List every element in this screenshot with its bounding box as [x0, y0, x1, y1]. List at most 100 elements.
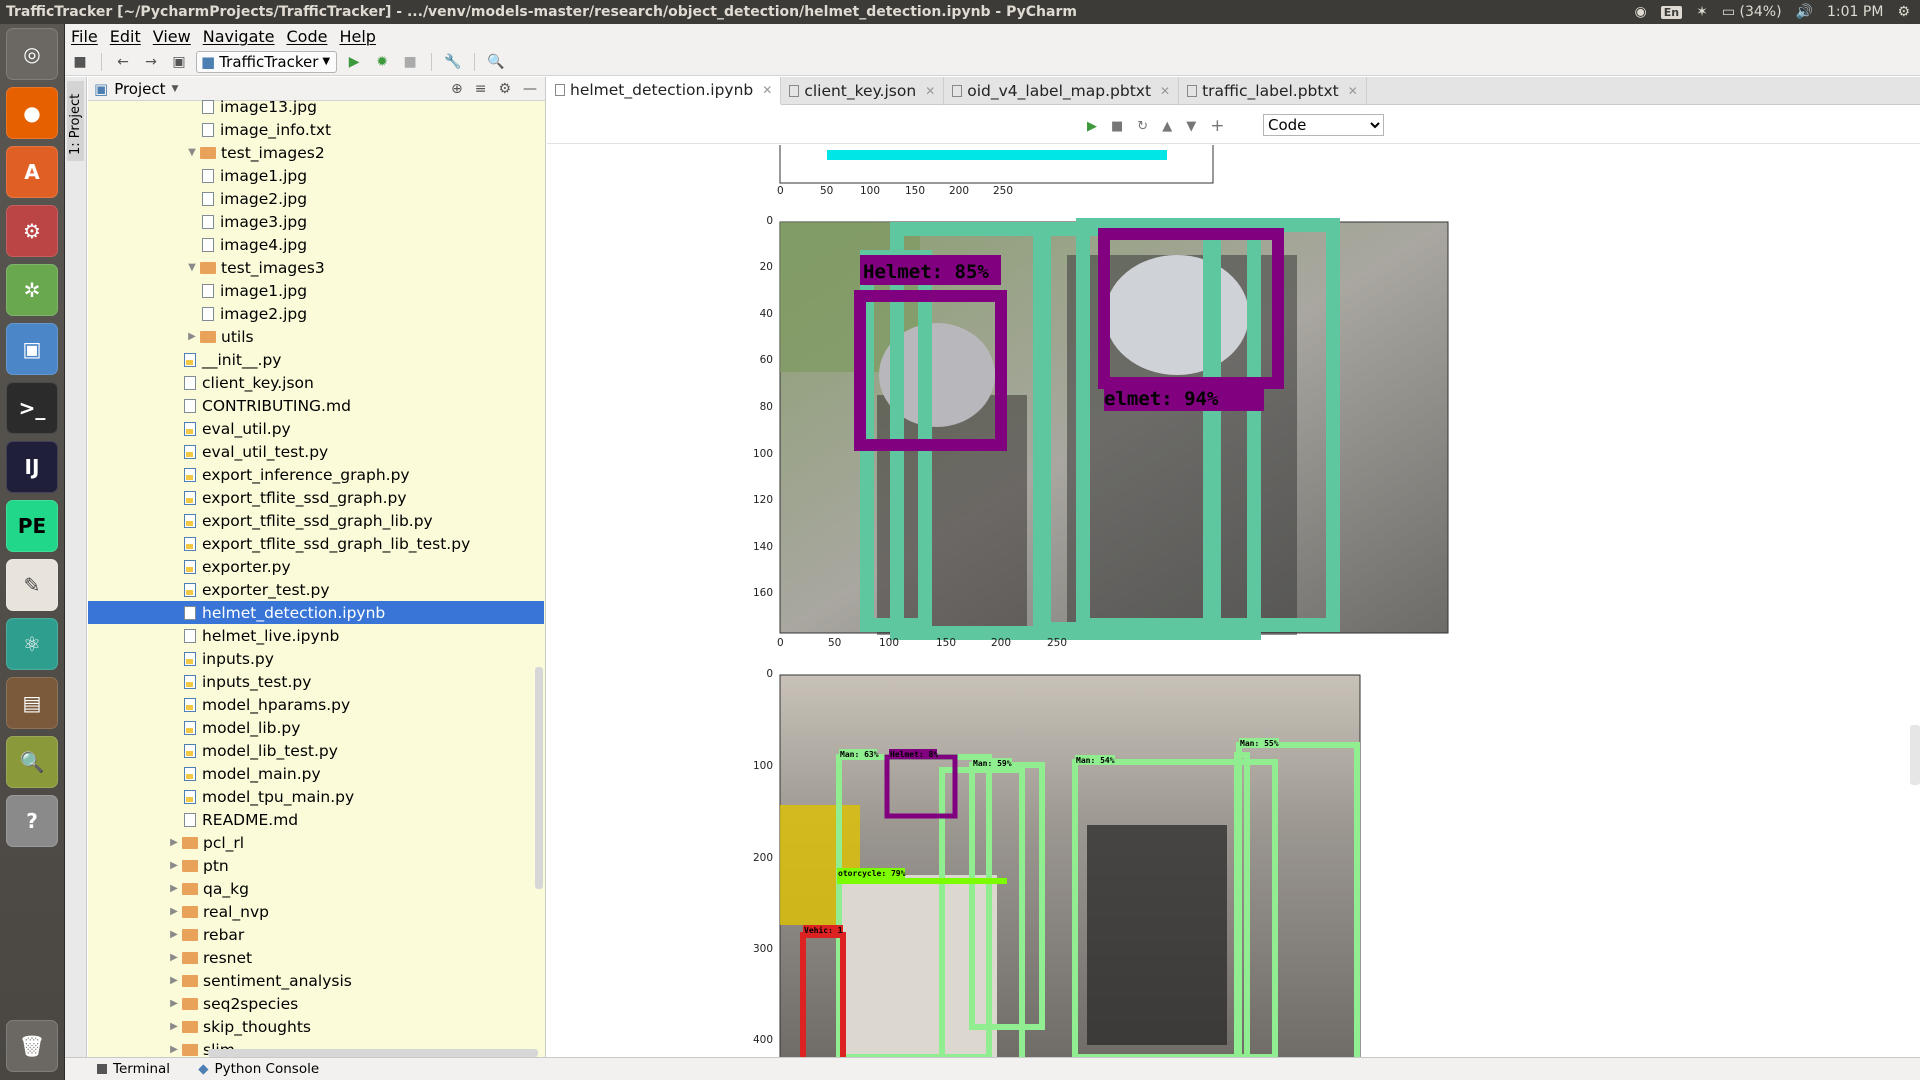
- editor-vertical-scrollbar[interactable]: [1910, 725, 1920, 785]
- menu-view[interactable]: View: [153, 27, 191, 46]
- tree-file[interactable]: image3.jpg: [88, 210, 544, 233]
- files-icon[interactable]: ▤: [6, 677, 58, 729]
- tree-folder[interactable]: ▼ test_images2: [88, 141, 544, 164]
- close-tab-icon[interactable]: ✕: [1160, 84, 1170, 98]
- expand-arrow-right-icon[interactable]: ▶: [184, 331, 200, 342]
- tree-file[interactable]: image2.jpg: [88, 187, 544, 210]
- expand-arrow-right-icon[interactable]: ▶: [166, 860, 182, 871]
- expand-arrow-right-icon[interactable]: ▶: [166, 975, 182, 986]
- firefox-icon[interactable]: ●: [6, 87, 58, 139]
- tree-file[interactable]: export_tflite_ssd_graph.py: [88, 486, 544, 509]
- tree-file[interactable]: CONTRIBUTING.md: [88, 394, 544, 417]
- close-tab-icon[interactable]: ✕: [762, 83, 772, 97]
- project-tool-button[interactable]: 1: Project: [67, 81, 84, 161]
- atom-icon[interactable]: ⚛: [6, 618, 58, 670]
- intellij-icon[interactable]: IJ: [6, 441, 58, 493]
- menu-file[interactable]: File: [71, 27, 98, 46]
- expand-arrow-down-icon[interactable]: ▼: [184, 262, 200, 273]
- help-icon[interactable]: ?: [6, 795, 58, 847]
- tree-file[interactable]: export_tflite_ssd_graph_lib_test.py: [88, 532, 544, 555]
- tree-folder[interactable]: ▶ rebar: [88, 923, 544, 946]
- tree-file[interactable]: client_key.json: [88, 371, 544, 394]
- tree-file[interactable]: image_info.txt: [88, 118, 544, 141]
- tree-file[interactable]: image2.jpg: [88, 302, 544, 325]
- expand-arrow-right-icon[interactable]: ▶: [166, 952, 182, 963]
- software-center-icon[interactable]: A: [6, 146, 58, 198]
- tree-file[interactable]: model_lib_test.py: [88, 739, 544, 762]
- tree-folder[interactable]: ▶ real_nvp: [88, 900, 544, 923]
- tree-folder[interactable]: ▶ seq2species: [88, 992, 544, 1015]
- editor-tab[interactable]: oid_v4_label_map.pbtxt ✕: [944, 77, 1180, 105]
- run-configuration-select[interactable]: ■ TrafficTracker ▼: [196, 50, 338, 73]
- tree-file[interactable]: exporter.py: [88, 555, 544, 578]
- tree-file[interactable]: image1.jpg: [88, 279, 544, 302]
- expand-arrow-down-icon[interactable]: ▼: [184, 147, 200, 158]
- add-cell-icon[interactable]: +: [1210, 116, 1224, 136]
- expand-arrow-right-icon[interactable]: ▶: [166, 1044, 182, 1055]
- tree-file[interactable]: eval_util.py: [88, 417, 544, 440]
- tree-file[interactable]: model_lib.py: [88, 716, 544, 739]
- search-icon[interactable]: 🔍: [485, 51, 507, 73]
- move-cell-up-icon[interactable]: ▲: [1162, 119, 1172, 134]
- editor-tab[interactable]: traffic_label.pbtxt ✕: [1179, 77, 1367, 105]
- tree-folder[interactable]: ▶ qa_kg: [88, 877, 544, 900]
- tree-file[interactable]: inputs.py: [88, 647, 544, 670]
- debug-bug-icon[interactable]: ✹: [371, 51, 393, 73]
- interrupt-kernel-icon[interactable]: ■: [1111, 119, 1123, 134]
- tree-file[interactable]: __init__.py: [88, 348, 544, 371]
- open-folder-icon[interactable]: ■: [69, 51, 91, 73]
- close-tab-icon[interactable]: ✕: [925, 84, 935, 98]
- volume-icon[interactable]: 🔊: [1796, 4, 1813, 20]
- move-cell-down-icon[interactable]: ▼: [1186, 119, 1196, 134]
- keyboard-language[interactable]: En: [1660, 5, 1683, 19]
- menu-edit[interactable]: Edit: [110, 27, 141, 46]
- python-console-tab[interactable]: ◆ Python Console: [198, 1061, 319, 1077]
- expand-arrow-right-icon[interactable]: ▶: [166, 837, 182, 848]
- expand-arrow-right-icon[interactable]: ▶: [166, 1021, 182, 1032]
- battery-indicator[interactable]: ▭ (34%): [1722, 4, 1782, 20]
- tree-file[interactable]: model_main.py: [88, 762, 544, 785]
- tree-file[interactable]: image1.jpg: [88, 164, 544, 187]
- tree-file[interactable]: helmet_detection.ipynb: [88, 601, 544, 624]
- clock[interactable]: 1:01 PM: [1827, 4, 1883, 20]
- tree-folder[interactable]: ▼ test_images3: [88, 256, 544, 279]
- tree-folder[interactable]: ▶ sentiment_analysis: [88, 969, 544, 992]
- chevron-down-icon[interactable]: ▼: [172, 84, 179, 94]
- terminal-tab[interactable]: Terminal: [97, 1061, 170, 1077]
- project-horizontal-scrollbar[interactable]: [208, 1049, 538, 1057]
- run-cell-icon[interactable]: ▶: [1087, 119, 1097, 134]
- run-icon[interactable]: ▶: [343, 51, 365, 73]
- tree-file[interactable]: image13.jpg: [88, 95, 544, 118]
- tree-file[interactable]: image4.jpg: [88, 233, 544, 256]
- expand-arrow-right-icon[interactable]: ▶: [166, 929, 182, 940]
- tree-file[interactable]: helmet_live.ipynb: [88, 624, 544, 647]
- dash-icon[interactable]: ◎: [6, 28, 58, 80]
- settings-gear-icon[interactable]: ⚙: [1897, 4, 1910, 20]
- tree-file[interactable]: inputs_test.py: [88, 670, 544, 693]
- editor-tab[interactable]: helmet_detection.ipynb ✕: [547, 77, 782, 105]
- project-vertical-scrollbar[interactable]: [535, 667, 543, 889]
- pycharm-icon[interactable]: PE: [6, 500, 58, 552]
- stop-icon[interactable]: ■: [399, 51, 421, 73]
- wrench-settings-icon[interactable]: 🔧: [442, 51, 464, 73]
- forward-arrow-icon[interactable]: →: [140, 51, 162, 73]
- menu-navigate[interactable]: Navigate: [203, 27, 275, 46]
- restart-kernel-icon[interactable]: ↻: [1137, 119, 1148, 134]
- wifi-icon[interactable]: ◉: [1635, 4, 1647, 20]
- tree-folder[interactable]: ▶ ptn: [88, 854, 544, 877]
- tree-folder[interactable]: ▶ utils: [88, 325, 544, 348]
- image-viewer-icon[interactable]: 🔍: [6, 736, 58, 788]
- close-tab-icon[interactable]: ✕: [1348, 84, 1358, 98]
- system-settings-icon[interactable]: ⚙: [6, 205, 58, 257]
- text-editor-icon[interactable]: ✎: [6, 559, 58, 611]
- tree-file[interactable]: README.md: [88, 808, 544, 831]
- back-arrow-icon[interactable]: ←: [112, 51, 134, 73]
- expand-arrow-right-icon[interactable]: ▶: [166, 998, 182, 1009]
- expand-arrow-right-icon[interactable]: ▶: [166, 883, 182, 894]
- editor-tab[interactable]: client_key.json ✕: [781, 77, 945, 105]
- tree-folder[interactable]: ▶ resnet: [88, 946, 544, 969]
- tree-file[interactable]: export_inference_graph.py: [88, 463, 544, 486]
- tree-folder[interactable]: ▶ skip_thoughts: [88, 1015, 544, 1038]
- virtualbox-icon[interactable]: ▣: [6, 323, 58, 375]
- expand-arrow-right-icon[interactable]: ▶: [166, 906, 182, 917]
